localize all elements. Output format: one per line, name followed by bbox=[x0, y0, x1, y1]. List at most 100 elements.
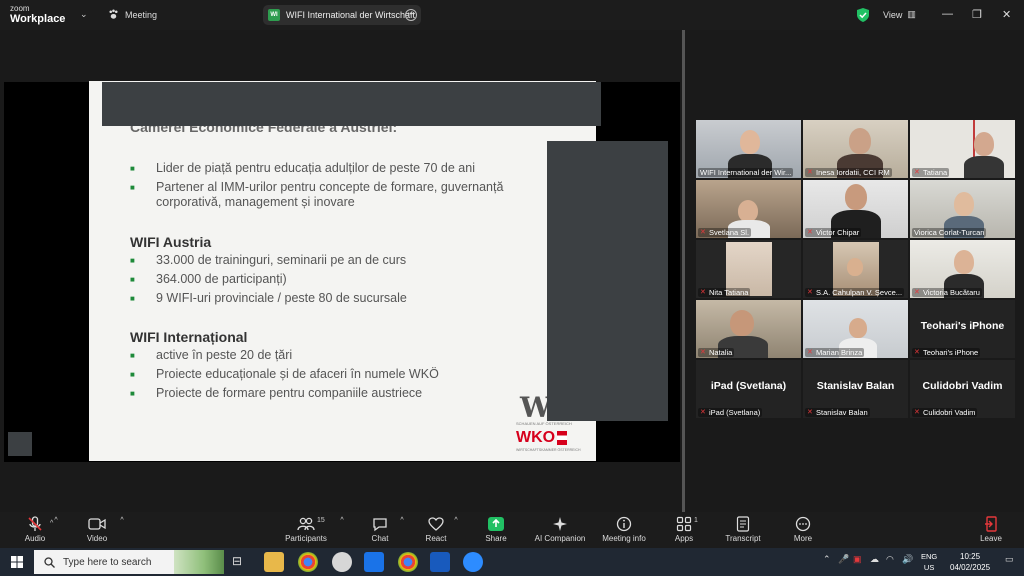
mic-muted-icon: ✕ bbox=[807, 169, 813, 176]
clock-date: 04/02/2025 bbox=[950, 563, 991, 572]
participants-count: 15 bbox=[317, 517, 325, 524]
participants-button[interactable]: 15 Participants bbox=[276, 515, 336, 543]
logo-tagline: SCHAUEN AUF ÖSTERREICH bbox=[516, 421, 572, 426]
chrome-icon[interactable] bbox=[398, 552, 418, 572]
apps-icon bbox=[676, 516, 692, 532]
heart-icon bbox=[428, 517, 444, 531]
meeting-info-button[interactable]: Meeting info bbox=[594, 515, 654, 543]
chat-icon bbox=[373, 517, 387, 531]
mic-muted-icon: ✕ bbox=[914, 289, 920, 296]
participant-name: iPad (Svetlana) bbox=[709, 408, 761, 417]
participant-display-name: iPad (Svetlana) bbox=[710, 380, 787, 392]
participant-tile[interactable]: Stanislav Balan ✕ Stanislav Balan bbox=[803, 360, 908, 418]
leave-button[interactable]: Leave bbox=[961, 515, 1021, 543]
paw-icon bbox=[109, 9, 118, 19]
participant-display-name: Teohari's iPhone bbox=[920, 320, 1005, 332]
ai-companion-button[interactable]: AI Companion bbox=[530, 515, 590, 543]
participant-tile[interactable]: ✕ Svetlana Sl. bbox=[696, 180, 801, 238]
caret-up-icon[interactable]: ^ bbox=[337, 517, 347, 524]
section-title-austria: WIFI Austria bbox=[130, 234, 212, 250]
mic-muted-icon: ✕ bbox=[700, 289, 706, 296]
participant-tile[interactable]: ✕ S.A. Cahulpan V. Șevce... bbox=[803, 240, 908, 298]
austria-flag-icon bbox=[557, 431, 568, 445]
meeting-menu[interactable]: Meeting bbox=[108, 9, 157, 20]
split-divider[interactable] bbox=[682, 30, 685, 512]
caret-up-icon[interactable]: ^ bbox=[451, 517, 461, 524]
zoom-icon[interactable] bbox=[463, 552, 483, 572]
chevron-down-icon[interactable]: ⌄ bbox=[80, 9, 88, 20]
mic-muted-icon: ✕ bbox=[700, 409, 706, 416]
webex-icon[interactable] bbox=[364, 552, 384, 572]
participant-tile[interactable]: ✕ Tatiana bbox=[910, 120, 1015, 178]
participant-name: Tatiana bbox=[923, 168, 948, 177]
system-clock[interactable]: 10:25 04/02/2025 bbox=[950, 551, 990, 573]
participant-tile[interactable]: ✕ Inesa Iordatii, CCI RM bbox=[803, 120, 908, 178]
leave-icon bbox=[985, 516, 997, 532]
microphone-icon[interactable]: 🎤 bbox=[838, 554, 849, 565]
close-icon[interactable]: ✕ bbox=[1002, 8, 1011, 21]
participant-name: Victor Chipar bbox=[816, 228, 860, 237]
view-label: View bbox=[883, 9, 903, 20]
zoom-brand[interactable]: zoom Workplace bbox=[10, 4, 65, 25]
sparkle-icon bbox=[553, 517, 567, 531]
screen-share-indicator[interactable]: WI WIFI International der Wirtschaft ••• bbox=[263, 5, 421, 25]
participant-name: Viorica Corlat-Turcan bbox=[914, 228, 985, 237]
camera-icon[interactable]: ▣ bbox=[853, 554, 862, 565]
logo-subtitle: WIRTSCHAFTSKAMMER ÖSTERREICH bbox=[516, 448, 581, 452]
more-options-icon[interactable]: ••• bbox=[405, 9, 417, 21]
participant-name: Teohari's iPhone bbox=[923, 348, 979, 357]
mic-muted-icon: ✕ bbox=[700, 349, 706, 356]
caret-up-icon[interactable]: ^ bbox=[51, 517, 61, 524]
list-item: Proiecte de formare pentru companiile au… bbox=[130, 386, 560, 401]
view-button[interactable]: View ▥ bbox=[883, 9, 916, 20]
participant-tile[interactable]: ✕ Victor Chipar bbox=[803, 180, 908, 238]
intro-list: Lider de piață pentru educația adulților… bbox=[130, 161, 560, 214]
participant-tile-active-speaker[interactable]: Viorica Corlat-Turcan bbox=[910, 180, 1015, 238]
minimize-icon[interactable]: — bbox=[942, 8, 953, 20]
search-placeholder: Type here to search bbox=[63, 556, 152, 568]
list-item: 9 WIFI-uri provinciale / peste 80 de suc… bbox=[130, 291, 560, 306]
participant-tile[interactable]: ✕ Marian Brinza bbox=[803, 300, 908, 358]
task-view-icon[interactable]: ⊟ bbox=[232, 554, 252, 574]
transcript-icon bbox=[736, 516, 750, 532]
restore-icon[interactable]: ❐ bbox=[972, 8, 982, 21]
participant-tile[interactable]: ✕ Victoria Bucătaru bbox=[910, 240, 1015, 298]
share-button[interactable]: Share bbox=[466, 515, 526, 543]
volume-icon[interactable]: 🔊 bbox=[902, 554, 913, 565]
shield-check-icon[interactable] bbox=[857, 8, 869, 22]
participant-tile[interactable]: iPad (Svetlana) ✕ iPad (Svetlana) bbox=[696, 360, 801, 418]
participant-tile[interactable]: ✕ Natalia bbox=[696, 300, 801, 358]
people-icon bbox=[297, 517, 315, 531]
notifications-icon[interactable]: ▭ bbox=[1005, 554, 1014, 565]
mic-muted-icon: ✕ bbox=[914, 349, 920, 356]
word-icon[interactable] bbox=[430, 552, 450, 572]
apps-button[interactable]: 1 Apps bbox=[654, 515, 714, 543]
participant-name: S.A. Cahulpan V. Șevce... bbox=[816, 288, 903, 297]
participant-name: Marian Brinza bbox=[816, 348, 863, 357]
chevron-up-icon[interactable]: ⌃ bbox=[823, 554, 831, 565]
participant-tile[interactable]: WIFI International der Wir... bbox=[696, 120, 801, 178]
cloud-icon[interactable]: ☁ bbox=[870, 554, 879, 565]
mic-muted-icon: ✕ bbox=[914, 409, 920, 416]
participants-label: Participants bbox=[285, 534, 327, 543]
participant-tile[interactable]: Culidobri Vadim ✕ Culidobri Vadim bbox=[910, 360, 1015, 418]
lang-code: ENG bbox=[921, 552, 938, 561]
app-icon[interactable] bbox=[332, 552, 352, 572]
participant-name: Natalia bbox=[709, 348, 733, 357]
share-label: Share bbox=[485, 534, 507, 543]
more-icon bbox=[795, 516, 811, 532]
file-explorer-icon[interactable] bbox=[264, 552, 284, 572]
taskbar-search-box[interactable]: Type here to search bbox=[34, 550, 224, 574]
share-screen-icon bbox=[488, 517, 504, 531]
language-indicator[interactable]: ENG US bbox=[921, 551, 937, 573]
ai-companion-label: AI Companion bbox=[534, 534, 586, 543]
transcript-button[interactable]: Transcript bbox=[713, 515, 773, 543]
caret-up-icon[interactable]: ^ bbox=[117, 517, 127, 524]
more-button[interactable]: More bbox=[773, 515, 833, 543]
wifi-icon[interactable]: ◠ bbox=[886, 554, 894, 565]
windows-start-icon[interactable] bbox=[11, 556, 23, 568]
international-list: active în peste 20 de țări Proiecte educ… bbox=[130, 348, 560, 405]
participant-tile[interactable]: Teohari's iPhone ✕ Teohari's iPhone bbox=[910, 300, 1015, 358]
chrome-icon[interactable] bbox=[298, 552, 318, 572]
participant-tile[interactable]: ✕ Nita Tatiana bbox=[696, 240, 801, 298]
